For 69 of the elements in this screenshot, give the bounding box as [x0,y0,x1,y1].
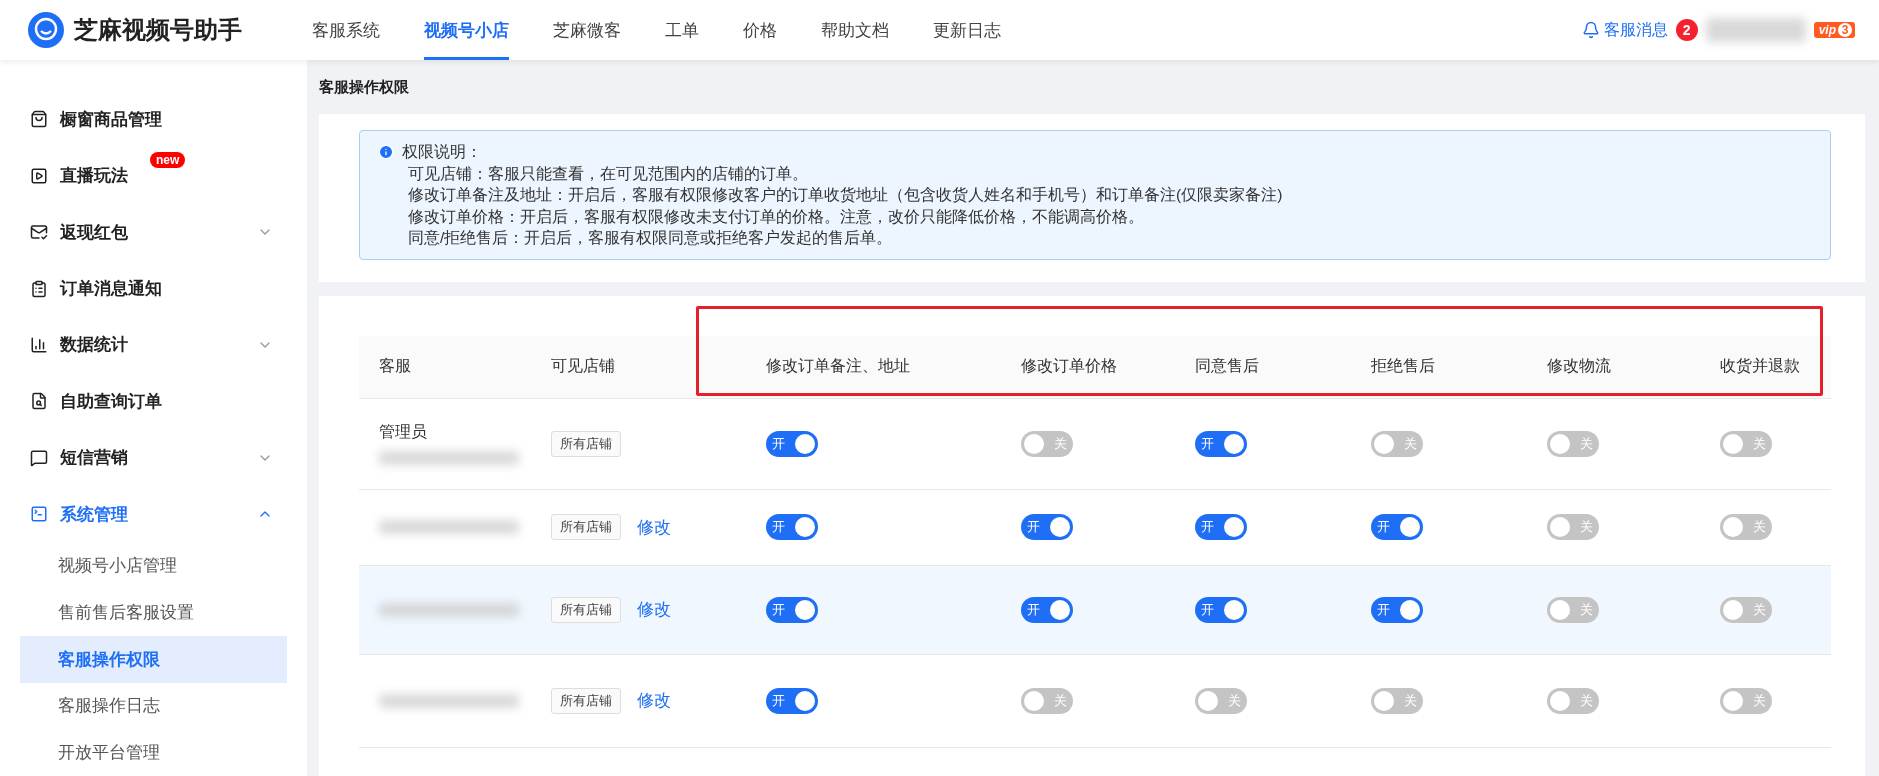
submenu-item[interactable]: 客服操作权限 [20,635,287,683]
edit-link[interactable]: 修改 [637,598,671,622]
menu-icon [30,110,48,129]
shop-tag: 所有店铺 [551,596,621,623]
shop-tag: 所有店铺 [551,514,621,541]
menu-icon [30,166,48,185]
submenu-item[interactable]: 售前售后客服设置 [20,589,287,636]
sidebar-item[interactable]: 数据统计 [20,316,287,374]
column-header: 收货并退款 [1719,356,1801,377]
column-header: 修改订单价格 [1020,356,1118,377]
bell-icon [1581,21,1600,39]
toggle-switch[interactable]: 开 [766,687,818,714]
column-header: 可见店铺 [550,356,616,377]
page-title: 客服操作权限 [319,77,410,97]
logo-icon [28,12,64,48]
nav-tab[interactable]: 客服系统 [312,0,380,60]
sidebar-item[interactable]: 订单消息通知 [20,260,287,317]
submenu-item[interactable]: 视频号小店管理 [20,542,287,590]
column-header: 修改物流 [1546,356,1612,377]
nav-tab[interactable]: 工单 [665,0,699,60]
menu-icon [30,223,48,242]
count-badge: 2 [1675,19,1698,41]
shop-tag: 所有店铺 [551,430,621,457]
nav-tab[interactable]: 价格 [743,0,777,60]
menu-icon [30,392,48,411]
shop-tag: 所有店铺 [551,687,621,714]
messages-link[interactable]: 客服消息 [1581,19,1668,41]
toggle-switch[interactable]: 开 [1371,514,1423,541]
toggle-switch[interactable]: 开 [766,514,818,541]
app-name: 芝麻视频号助手 [74,15,242,45]
sidebar-item[interactable]: 系统管理 [20,485,287,543]
toggle-switch[interactable]: 开 [1195,596,1247,623]
toggle-switch[interactable]: 开 [1021,514,1073,541]
menu-icon [30,448,48,467]
nav-tab[interactable]: 视频号小店 [424,0,509,60]
toggle-switch[interactable]: 开 [1195,430,1247,457]
nav-tab[interactable]: 更新日志 [933,0,1001,60]
sidebar-item[interactable]: 短信营销 [20,429,287,486]
nav-tab[interactable]: 帮助文档 [821,0,889,60]
toggle-switch[interactable]: 开 [766,596,818,623]
toggle-switch[interactable]: 开 [1371,596,1423,623]
notice-line: 修改订单价格：开启后，客服有权限修改未支付订单的价格。注意，改价只能降低价格，不能调高价格。 [407,206,1145,227]
notice-title: 权限说明： [402,142,483,162]
column-header: 修改订单备注、地址 [765,356,911,377]
new-badge: new [150,151,186,168]
toggle-switch[interactable]: 开 [1195,514,1247,541]
sidebar-item[interactable]: 直播玩法 new [20,147,287,204]
notice-line: 同意/拒绝售后：开启后，客服有权限同意或拒绝客户发起的售后单。 [407,228,894,249]
notice-line: 修改订单备注及地址：开启后，客服有权限修改客户的订单收货地址（包含收货人姓名和手机号）和订单备注(仅限卖家备注) [407,185,1283,206]
menu-icon [30,505,48,524]
edit-link[interactable]: 修改 [637,689,671,713]
sidebar-item[interactable]: 橱窗商品管理 [20,91,287,148]
edit-link[interactable]: 修改 [637,515,671,539]
nav-tab[interactable]: 芝麻微客 [553,0,621,60]
sidebar-item[interactable]: 返现红包 [20,204,287,261]
toggle-switch[interactable]: 开 [766,430,818,457]
menu-icon [30,335,48,354]
submenu-item[interactable]: 客服操作日志 [20,682,287,730]
toggle-switch[interactable]: 开 [1021,596,1073,623]
notice-line: 可见店铺：客服只能查看，在可见范围内的店铺的订单。 [407,163,809,184]
sidebar-item[interactable]: 自助查询订单 [20,373,287,430]
column-header: 拒绝售后 [1370,356,1436,377]
agent-name: 管理员 [379,422,428,443]
column-header: 同意售后 [1194,356,1260,377]
column-header: 客服 [378,356,412,377]
vip-badge: vip 3 [1813,22,1855,38]
menu-icon [30,279,48,298]
info-icon [378,144,394,160]
submenu-item[interactable]: 开放平台管理 [20,729,287,776]
